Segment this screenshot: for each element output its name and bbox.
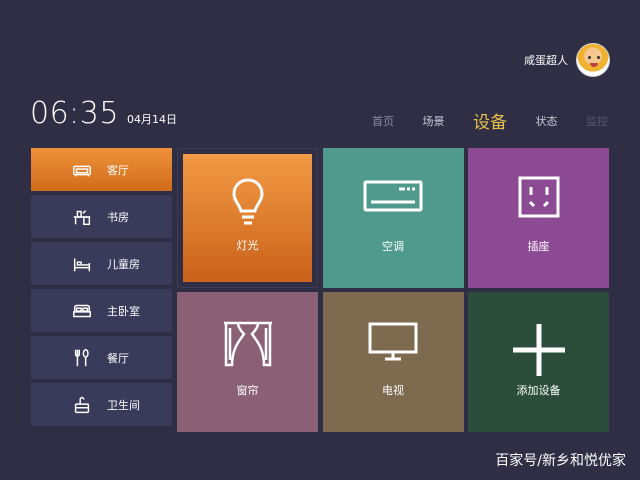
bathroom-icon <box>74 396 90 413</box>
room-bathroom[interactable]: 卫生间 <box>31 383 172 426</box>
avatar[interactable] <box>576 43 610 77</box>
room-label: 卫生间 <box>107 398 140 412</box>
device-label: 插座 <box>527 240 550 253</box>
nav-scene[interactable]: 场景 <box>423 113 445 129</box>
air-conditioner-icon <box>363 180 423 212</box>
device-tile-ac[interactable]: 空调 <box>322 148 464 288</box>
top-nav: 首页 场景 设备 状态 监控 <box>372 108 608 133</box>
clock-time: 06:35 <box>30 96 119 131</box>
room-dining[interactable]: 餐厅 <box>31 336 172 379</box>
device-label: 窗帘 <box>236 384 259 397</box>
room-label: 书房 <box>107 210 129 224</box>
device-label: 空调 <box>382 240 404 253</box>
device-tile-light[interactable]: 灯光 <box>177 148 318 288</box>
device-tile-socket[interactable]: 插座 <box>468 148 609 288</box>
nav-status[interactable]: 状态 <box>536 113 558 129</box>
nav-monitor[interactable]: 监控 <box>586 113 608 129</box>
light-bulb-icon <box>231 178 264 225</box>
user-profile[interactable]: 咸蛋超人 <box>524 42 610 78</box>
device-label: 电视 <box>382 384 404 397</box>
desk-icon <box>73 209 91 225</box>
double-bed-icon <box>73 304 91 317</box>
room-living-room[interactable]: 客厅 <box>31 148 172 191</box>
device-label: 灯光 <box>236 239 259 252</box>
clock-date: 04月14日 <box>126 113 177 126</box>
nav-devices[interactable]: 设备 <box>473 108 507 133</box>
tv-icon <box>368 322 418 361</box>
watermark: 百家号/新乡和悦优家 <box>495 453 626 469</box>
device-tile-tv[interactable]: 电视 <box>322 292 464 432</box>
user-name: 咸蛋超人 <box>524 54 568 67</box>
room-study[interactable]: 书房 <box>31 195 172 238</box>
socket-icon <box>518 176 559 218</box>
avatar-mouth <box>590 63 598 67</box>
device-tile-curtain[interactable]: 窗帘 <box>177 292 318 432</box>
device-label: 添加设备 <box>516 384 561 397</box>
clock: 06:35 04月14日 <box>30 96 177 131</box>
device-grid: 灯光 空调 插座 窗帘 电视 添加设备 <box>177 148 609 432</box>
bed-icon <box>73 258 91 271</box>
room-master-bedroom[interactable]: 主卧室 <box>31 289 172 332</box>
room-label: 客厅 <box>107 163 129 177</box>
sofa-icon <box>73 165 91 176</box>
room-label: 儿童房 <box>107 257 140 271</box>
room-label: 主卧室 <box>107 304 140 318</box>
room-kids-room[interactable]: 儿童房 <box>31 242 172 285</box>
add-device-button[interactable]: 添加设备 <box>468 292 609 432</box>
avatar-eye-left <box>588 56 591 59</box>
avatar-eye-right <box>597 56 600 59</box>
curtain-icon <box>223 321 272 367</box>
room-label: 餐厅 <box>107 351 129 365</box>
room-sidebar: 客厅 书房 儿童房 主卧室 餐厅 卫生间 <box>31 148 172 426</box>
cutlery-icon <box>74 348 89 366</box>
plus-icon <box>512 324 565 376</box>
nav-home[interactable]: 首页 <box>372 113 394 129</box>
